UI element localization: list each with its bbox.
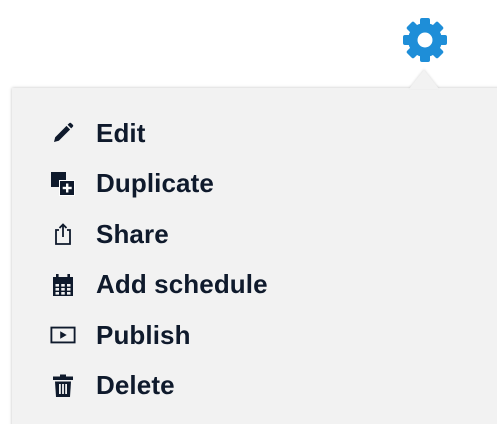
menu-item-add-schedule[interactable]: Add schedule: [12, 260, 497, 311]
duplicate-icon: [50, 171, 76, 197]
menu-item-label: Publish: [96, 319, 191, 350]
menu-item-publish[interactable]: Publish: [12, 310, 497, 361]
pencil-icon: [50, 120, 76, 146]
menu-item-label: Share: [96, 218, 169, 249]
menu-caret: [409, 70, 439, 89]
menu-item-label: Edit: [96, 117, 146, 148]
stage: Edit Duplicate Share Add schedule Publis…: [0, 0, 497, 424]
menu-items: Edit Duplicate Share Add schedule Publis…: [12, 108, 497, 411]
red-marker-icon: [418, 0, 430, 6]
menu-item-label: Delete: [96, 370, 175, 401]
settings-gear-button[interactable]: [397, 12, 453, 68]
gear-icon: [403, 18, 447, 62]
calendar-icon: [50, 272, 76, 298]
menu-item-label: Duplicate: [96, 168, 214, 199]
trash-icon: [50, 373, 76, 399]
menu-item-label: Add schedule: [96, 269, 268, 300]
menu-item-edit[interactable]: Edit: [12, 108, 497, 159]
menu-item-duplicate[interactable]: Duplicate: [12, 159, 497, 210]
menu-item-share[interactable]: Share: [12, 209, 497, 260]
play-icon: [50, 322, 76, 348]
context-menu: Edit Duplicate Share Add schedule Publis…: [12, 88, 497, 424]
menu-item-delete[interactable]: Delete: [12, 361, 497, 412]
share-icon: [50, 221, 76, 247]
